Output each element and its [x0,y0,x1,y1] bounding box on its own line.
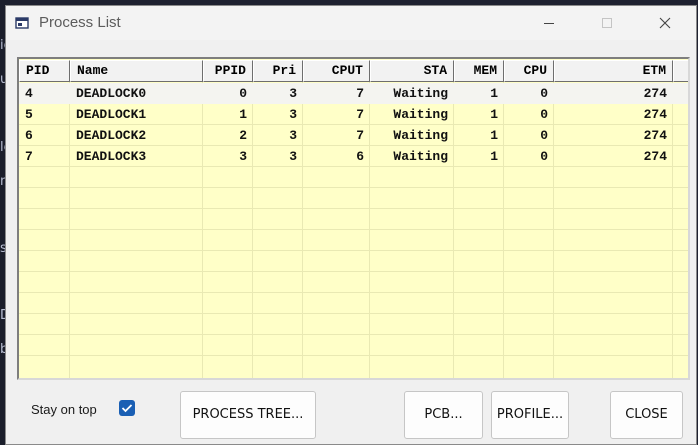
column-header-mem[interactable]: MEM [454,60,504,82]
column-header-pid[interactable]: PID [19,60,70,82]
cell-cpu: 0 [540,149,548,164]
cell-pri: 3 [289,128,297,143]
cell-cput: 7 [356,128,364,143]
maximize-button[interactable] [584,6,630,40]
cell-sta: Waiting [393,86,448,101]
column-header-cpu[interactable]: CPU [504,60,554,82]
column-header-pri[interactable]: Pri [253,60,303,82]
row-divider [19,271,688,272]
cell-name: DEADLOCK3 [76,149,147,164]
process-list-window: Process List PID Name PPID Pri CPUT STA … [5,5,697,445]
column-header-name[interactable]: Name [70,60,203,82]
row-divider [19,292,688,293]
minimize-button[interactable] [526,6,572,40]
row-divider [19,334,688,335]
cell-sta: Waiting [393,149,448,164]
cell-mem: 1 [490,86,498,101]
row-divider [19,187,688,188]
cell-name: DEADLOCK0 [76,86,147,101]
cell-mem: 1 [490,107,498,122]
window-icon [15,17,29,29]
row-divider [19,355,688,356]
window-title: Process List [39,14,121,31]
cell-pid: 7 [25,149,33,164]
cell-pri: 3 [289,107,297,122]
cell-pid: 5 [25,107,33,122]
cell-sta: Waiting [393,107,448,122]
cell-pid: 4 [25,86,33,101]
row-divider [19,208,688,209]
close-icon [659,17,671,29]
cell-cput: 7 [356,107,364,122]
process-tree-button[interactable]: PROCESS TREE... [180,391,316,439]
stay-on-top-label: Stay on top [31,402,97,417]
close-window-button[interactable] [642,6,688,40]
column-header-etm[interactable]: ETM [554,60,673,82]
cell-name: DEADLOCK2 [76,128,147,143]
cell-cpu: 0 [540,107,548,122]
column-header-sta[interactable]: STA [370,60,454,82]
cell-sta: Waiting [393,128,448,143]
cell-mem: 1 [490,128,498,143]
stay-on-top-checkbox[interactable] [119,400,135,416]
row-divider [19,313,688,314]
cell-cput: 7 [356,86,364,101]
cell-pid: 6 [25,128,33,143]
column-header-filler [673,60,688,82]
table-row[interactable]: 6 DEADLOCK2 2 3 7 Waiting 1 0 274 [19,125,688,146]
column-header-cput[interactable]: CPUT [303,60,370,82]
row-divider [19,250,688,251]
table-row[interactable]: 4 DEADLOCK0 0 3 7 Waiting 1 0 274 [19,83,688,104]
cell-cpu: 0 [540,128,548,143]
cell-ppid: 3 [239,149,247,164]
row-divider [19,229,688,230]
cell-etm: 274 [643,128,667,143]
maximize-icon [602,18,612,28]
title-bar[interactable]: Process List [6,6,696,40]
cell-cput: 6 [356,149,364,164]
cell-etm: 274 [643,149,667,164]
process-table[interactable]: PID Name PPID Pri CPUT STA MEM CPU ETM 4… [17,57,690,380]
cell-etm: 274 [643,86,667,101]
cell-pri: 3 [289,86,297,101]
minimize-icon [544,23,554,24]
close-button[interactable]: CLOSE [610,391,683,439]
pcb-button[interactable]: PCB... [404,391,483,439]
table-row[interactable]: 7 DEADLOCK3 3 3 6 Waiting 1 0 274 [19,146,688,167]
cell-ppid: 1 [239,107,247,122]
table-row[interactable]: 5 DEADLOCK1 1 3 7 Waiting 1 0 274 [19,104,688,125]
cell-cpu: 0 [540,86,548,101]
column-header-ppid[interactable]: PPID [203,60,253,82]
cell-ppid: 0 [239,86,247,101]
cell-etm: 274 [643,107,667,122]
cell-mem: 1 [490,149,498,164]
profile-button[interactable]: PROFILE... [491,391,569,439]
cell-name: DEADLOCK1 [76,107,147,122]
checkmark-icon [121,404,133,413]
cell-ppid: 2 [239,128,247,143]
cell-pri: 3 [289,149,297,164]
